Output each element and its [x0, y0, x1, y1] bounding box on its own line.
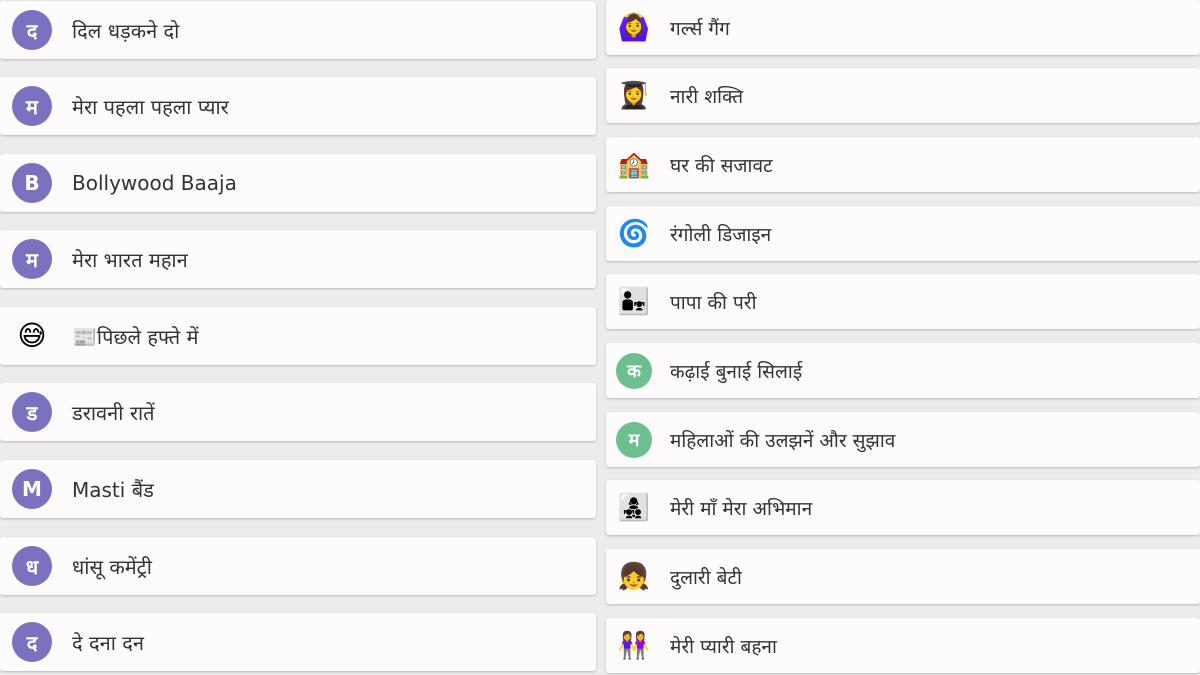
group-name: मेरा भारत महान [72, 247, 188, 272]
group-name: मेरी माँ मेरा अभिमान [670, 497, 813, 520]
group-avatar: द [12, 622, 52, 662]
group-item-de-dana-dan[interactable]: द दे दना दन [0, 613, 596, 671]
group-name: घर की सजावट [670, 154, 773, 177]
two-women-holding-hands-icon: 👭 [617, 630, 651, 661]
group-name: रंगोली डिजाइन [670, 223, 772, 246]
family-icon: 👩‍👧‍👦 [617, 492, 651, 523]
group-item-rangoli-design[interactable]: 🌀 रंगोली डिजाइन [606, 206, 1200, 261]
group-name: दिल धड़कने दो [72, 18, 180, 43]
group-avatar: म [12, 239, 52, 279]
father-daughter-icon: 👨‍👧 [617, 286, 651, 317]
group-item-mahilaon-ki-uljhanein[interactable]: म महिलाओं की उलझनें और सुझाव [606, 412, 1200, 467]
girl-icon: 👧 [617, 561, 651, 592]
group-name: डरावनी रातें [72, 400, 155, 425]
group-item-dil-dhadakne-do[interactable]: द दिल धड़कने दो [0, 1, 596, 59]
group-avatar: म [12, 86, 52, 126]
group-item-papa-ki-pari[interactable]: 👨‍👧 पापा की परी [606, 274, 1200, 329]
school-building-icon: 🏫 [617, 149, 651, 180]
group-name: मेरा पहला पहला प्यार [72, 94, 229, 119]
group-item-kadhai-bunai-silai[interactable]: क कढ़ाई बुनाई सिलाई [606, 343, 1200, 398]
group-item-ghar-ki-sajavat[interactable]: 🏫 घर की सजावट [606, 137, 1200, 192]
group-item-mera-pehla-pyaar[interactable]: म मेरा पहला पहला प्यार [0, 77, 596, 135]
group-item-dulari-beti[interactable]: 👧 दुलारी बेटी [606, 549, 1200, 604]
group-item-girls-gang[interactable]: 🙆‍♀️ गर्ल्स गैंग [606, 0, 1200, 55]
group-item-meri-pyari-behna[interactable]: 👭 मेरी प्यारी बहना [606, 618, 1200, 673]
group-name: कढ़ाई बुनाई सिलाई [670, 360, 803, 383]
group-avatar: ड [12, 392, 52, 432]
group-name: Bollywood Baaja [72, 171, 237, 195]
group-item-mera-bharat-mahan[interactable]: म मेरा भारत महान [0, 230, 596, 288]
group-name: दे दना दन [72, 630, 144, 655]
group-name: दुलारी बेटी [670, 566, 742, 589]
group-item-pichle-hafte-mein[interactable]: 😅 📰पिछले हफ्ते में [0, 307, 596, 365]
group-avatar: द [12, 10, 52, 50]
group-name: धांसू कमेंट्री [72, 554, 152, 579]
group-avatar: क [616, 352, 652, 389]
group-avatar: B [12, 163, 52, 203]
group-avatar: म [616, 421, 652, 458]
group-name: मेरी प्यारी बहना [670, 635, 777, 658]
group-avatar: M [12, 469, 52, 509]
group-name: 📰पिछले हफ्ते में [72, 324, 199, 349]
group-item-bollywood-baaja[interactable]: B Bollywood Baaja [0, 154, 596, 212]
woman-gesturing-ok-icon: 🙆‍♀️ [617, 12, 651, 43]
group-item-daravni-raatein[interactable]: ड डरावनी रातें [0, 383, 596, 441]
group-avatar: ध [12, 546, 52, 586]
group-name: गर्ल्स गैंग [670, 17, 730, 40]
group-name: नारी शक्ति [670, 85, 744, 108]
group-item-masti-band[interactable]: M Masti बैंड [0, 460, 596, 518]
group-name: महिलाओं की उलझनें और सुझाव [670, 429, 896, 452]
group-name: पापा की परी [670, 291, 757, 314]
group-item-dhansu-commentary[interactable]: ध धांसू कमेंट्री [0, 537, 596, 595]
group-item-nari-shakti[interactable]: 👩‍🎓 नारी शक्ति [606, 68, 1200, 123]
sweat-smile-emoji-icon: 😅 [17, 319, 47, 352]
group-item-meri-maa-mera-abhimaan[interactable]: 👩‍👧‍👦 मेरी माँ मेरा अभिमान [606, 480, 1200, 535]
cyclone-icon: 🌀 [617, 218, 651, 249]
woman-student-icon: 👩‍🎓 [617, 80, 651, 111]
group-name: Masti बैंड [72, 477, 154, 502]
